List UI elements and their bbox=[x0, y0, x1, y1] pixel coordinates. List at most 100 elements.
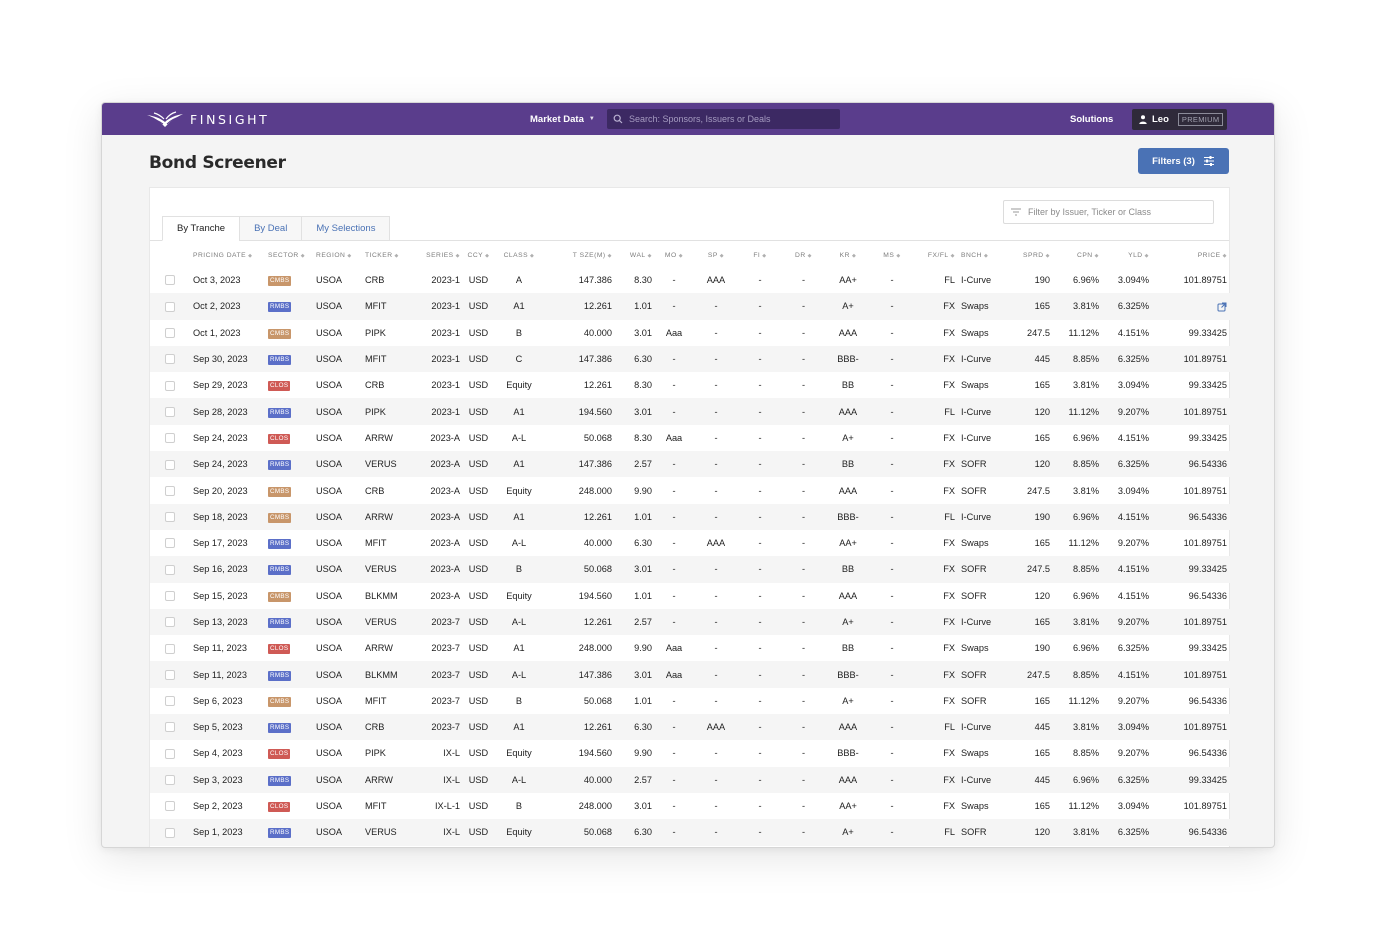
column-header[interactable]: CCY ◆ bbox=[463, 243, 494, 267]
column-header-label: CLASS bbox=[503, 251, 529, 259]
column-header[interactable]: WAL ◆ bbox=[615, 243, 655, 267]
table-cell: I-Curve bbox=[958, 608, 1008, 636]
global-search[interactable] bbox=[607, 109, 840, 129]
table-row[interactable]: Sep 28, 2023 RMBS USOA PIPK 2023-1 USD A1 194.5… bbox=[150, 398, 1230, 425]
row-checkbox[interactable] bbox=[165, 301, 175, 312]
user-menu[interactable]: Leo PREMIUM bbox=[1132, 109, 1227, 130]
table-row[interactable]: Sep 24, 2023 RMBS USOA VERUS 2023-A USD A1 147.… bbox=[150, 451, 1230, 478]
row-checkbox[interactable] bbox=[165, 801, 175, 812]
brand-logo[interactable]: FINSIGHT bbox=[146, 109, 269, 129]
table-row[interactable]: Sep 1, 2023 RMBS USOA VERUS IX-L USD Equity 50.… bbox=[150, 819, 1230, 846]
chevron-down-icon: ▼ bbox=[588, 116, 595, 122]
market-data-menu[interactable]: Market Data ▼ bbox=[530, 103, 595, 135]
external-link-icon[interactable] bbox=[1217, 301, 1227, 312]
table-cell: AA+ bbox=[839, 801, 857, 812]
tab-by-tranche[interactable]: By Tranche bbox=[162, 216, 241, 241]
table-cell: - bbox=[781, 345, 826, 373]
table-row[interactable]: Oct 3, 2023 CMBS USOA CRB 2023-1 USD A 147.386 8… bbox=[150, 267, 1230, 293]
table-cell: - bbox=[655, 819, 693, 846]
row-checkbox[interactable] bbox=[165, 406, 175, 417]
table-cell: USOA bbox=[313, 398, 362, 425]
row-select-cell bbox=[150, 267, 190, 293]
row-checkbox[interactable] bbox=[165, 617, 175, 628]
table-filter-input[interactable] bbox=[1028, 207, 1208, 217]
solutions-link[interactable]: Solutions bbox=[1070, 103, 1113, 135]
column-header[interactable]: SERIES ◆ bbox=[413, 243, 463, 267]
column-header[interactable]: DR ◆ bbox=[781, 243, 826, 267]
row-checkbox[interactable] bbox=[165, 696, 175, 707]
row-checkbox[interactable] bbox=[165, 433, 175, 444]
row-checkbox[interactable] bbox=[165, 775, 175, 786]
table-row[interactable]: Oct 2, 2023 RMBS USOA MFIT 2023-1 USD A1 12.261… bbox=[150, 293, 1230, 320]
table-cell: 6.325% bbox=[1117, 643, 1149, 654]
column-header[interactable]: REGION ◆ bbox=[313, 243, 362, 267]
column-header[interactable]: YLD ◆ bbox=[1102, 243, 1152, 267]
column-header[interactable]: FI ◆ bbox=[739, 243, 781, 267]
row-checkbox[interactable] bbox=[165, 748, 175, 759]
row-select-cell bbox=[150, 766, 190, 793]
row-checkbox[interactable] bbox=[165, 722, 175, 733]
table-row[interactable]: Sep 29, 2023 CLOS USOA CRB 2023-1 USD Equity 12… bbox=[150, 372, 1230, 398]
table-cell: FX bbox=[914, 556, 958, 583]
row-checkbox[interactable] bbox=[165, 275, 175, 286]
row-checkbox[interactable] bbox=[165, 643, 175, 654]
column-header[interactable]: BNCH ◆ bbox=[958, 243, 1008, 267]
row-checkbox[interactable] bbox=[165, 669, 175, 680]
table-cell: Equity bbox=[506, 748, 532, 759]
tab-by-deal[interactable]: By Deal bbox=[239, 216, 303, 241]
column-header-label: CCY bbox=[467, 251, 484, 259]
table-filter[interactable] bbox=[1003, 200, 1214, 224]
table-row[interactable]: Sep 13, 2023 RMBS USOA VERUS 2023-7 USD A-L 12.… bbox=[150, 608, 1230, 636]
table-row[interactable]: Sep 5, 2023 RMBS USOA CRB 2023-7 USD A1 12.261 6… bbox=[150, 714, 1230, 741]
table-row[interactable]: Sep 2, 2023 CLOS USOA MFIT IX-L-1 USD B 248.000… bbox=[150, 793, 1230, 819]
table-row[interactable]: Sep 6, 2023 CMBS USOA MFIT 2023-7 USD B 50.068 1… bbox=[150, 688, 1230, 714]
row-checkbox[interactable] bbox=[165, 564, 175, 575]
table-row[interactable]: Sep 24, 2023 CLOS USOA ARRW 2023-A USD A-L 50.0… bbox=[150, 425, 1230, 451]
row-checkbox[interactable] bbox=[165, 512, 175, 523]
column-header[interactable]: KR ◆ bbox=[826, 243, 870, 267]
table-cell: Sep 18, 2023 bbox=[190, 503, 265, 530]
row-checkbox[interactable] bbox=[165, 827, 175, 838]
row-checkbox[interactable] bbox=[165, 328, 175, 339]
table-row[interactable]: Sep 30, 2023 RMBS USOA MFIT 2023-1 USD C 147.38… bbox=[150, 345, 1230, 373]
column-header[interactable]: FX/FL ◆ bbox=[914, 243, 958, 267]
table-row[interactable]: Sep 20, 2023 CMBS USOA CRB 2023-A USD Equity 24… bbox=[150, 477, 1230, 503]
row-checkbox[interactable] bbox=[165, 354, 175, 365]
table-cell: FL bbox=[914, 714, 958, 741]
column-header[interactable]: TICKER ◆ bbox=[362, 243, 413, 267]
table-row[interactable]: Sep 3, 2023 RMBS USOA ARRW IX-L USD A-L 40.000 2… bbox=[150, 766, 1230, 793]
row-checkbox[interactable] bbox=[165, 485, 175, 496]
column-header[interactable]: PRICING DATE ◆ bbox=[190, 243, 265, 267]
table-row[interactable]: Sep 16, 2023 RMBS USOA VERUS 2023-A USD B 50.06… bbox=[150, 556, 1230, 583]
column-header[interactable]: PRICE ◆ bbox=[1152, 243, 1230, 267]
table-cell: - bbox=[739, 556, 781, 583]
table-row[interactable]: Sep 18, 2023 CMBS USOA ARRW 2023-A USD A1 12.26… bbox=[150, 503, 1230, 530]
row-checkbox[interactable] bbox=[165, 590, 175, 601]
table-cell: 190 bbox=[1034, 275, 1050, 286]
column-header[interactable]: MS ◆ bbox=[870, 243, 914, 267]
table-row[interactable]: Sep 17, 2023 RMBS USOA MFIT 2023-A USD A-L 40.0… bbox=[150, 530, 1230, 556]
select-column-header bbox=[150, 243, 190, 267]
column-header[interactable]: CLASS ◆ bbox=[494, 243, 544, 267]
table-row[interactable]: Oct 1, 2023 CMBS USOA PIPK 2023-1 USD B 40.000 3… bbox=[150, 320, 1230, 346]
row-checkbox[interactable] bbox=[165, 538, 175, 549]
search-input[interactable] bbox=[629, 114, 829, 124]
column-header[interactable]: T SZE(M) ◆ bbox=[544, 243, 615, 267]
table-row[interactable]: Sep 11, 2023 RMBS USOA BLKMM 2023-7 USD A-L 147… bbox=[150, 661, 1230, 688]
table-row[interactable]: Sep 11, 2023 CLOS USOA ARRW 2023-7 USD A1 248.0… bbox=[150, 635, 1230, 661]
sector-cell: CLOS bbox=[265, 635, 313, 661]
table-cell: USD bbox=[468, 695, 489, 706]
table-row[interactable]: Sep 4, 2023 CLOS USOA PIPK IX-L USD Equity 194.… bbox=[150, 740, 1230, 766]
table-cell: FX bbox=[943, 485, 955, 496]
column-header[interactable]: SECTOR ◆ bbox=[265, 243, 313, 267]
row-checkbox[interactable] bbox=[165, 380, 175, 391]
column-header[interactable]: CPN ◆ bbox=[1053, 243, 1102, 267]
tab-my-selections[interactable]: My Selections bbox=[301, 216, 391, 241]
column-header[interactable]: SP ◆ bbox=[693, 243, 739, 267]
filters-button[interactable]: Filters (3) bbox=[1138, 148, 1229, 174]
column-header[interactable]: SPRD ◆ bbox=[1008, 243, 1053, 267]
column-header[interactable]: MO ◆ bbox=[655, 243, 693, 267]
table-cell: 2023-1 bbox=[413, 398, 463, 425]
table-row[interactable]: Sep 15, 2023 CMBS USOA BLKMM 2023-A USD Equity… bbox=[150, 583, 1230, 609]
row-checkbox[interactable] bbox=[165, 459, 175, 470]
